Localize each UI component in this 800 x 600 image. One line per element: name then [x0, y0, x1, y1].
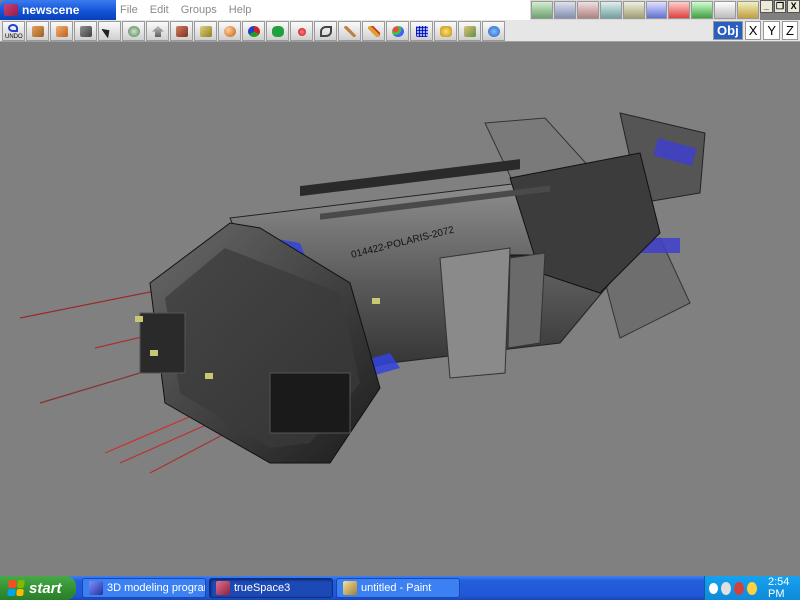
rotate-tool-button[interactable] [122, 21, 145, 41]
group-icon [440, 26, 452, 37]
z-axis-button[interactable]: Z [782, 21, 798, 40]
cone-primitive-button[interactable] [194, 21, 217, 41]
brush-tool-button[interactable] [362, 21, 385, 41]
paint-icon [248, 26, 260, 37]
view-tool-icon[interactable] [668, 1, 691, 19]
view-tools [530, 0, 760, 20]
object-tool-button[interactable] [26, 21, 49, 41]
close-button[interactable]: X [787, 0, 800, 13]
camera-tool-button[interactable] [74, 21, 97, 41]
rotate-tool-icon [128, 26, 140, 37]
view-tool-icon[interactable] [531, 1, 553, 19]
grid-tool-button[interactable] [410, 21, 433, 41]
taskbar-item-truespace[interactable]: trueSpace3 [209, 578, 333, 598]
3d-viewport[interactable]: 014422-POLARIS-2072 [0, 43, 800, 576]
material-icon [392, 26, 404, 37]
menu-edit[interactable]: Edit [150, 4, 169, 16]
view-tool-icon[interactable] [599, 1, 622, 19]
view-tool-icon[interactable] [645, 1, 668, 19]
clock: 2:54 PM [768, 576, 790, 600]
camera-tool-icon [80, 26, 92, 37]
system-tray: 2:54 PM [704, 576, 800, 600]
menu-bar: File Edit Groups Help [116, 0, 530, 20]
taskbar-item-browser[interactable]: 3D modeling program... [82, 578, 206, 598]
spaceship-model: 014422-POLARIS-2072 [19, 112, 706, 474]
menu-help[interactable]: Help [229, 4, 252, 16]
view-tool-icon[interactable] [553, 1, 576, 19]
title-bar[interactable]: newscene [0, 0, 116, 20]
light-icon [298, 28, 306, 36]
network-icon[interactable] [720, 581, 731, 595]
view-tool-icon[interactable] [737, 1, 760, 19]
volume-icon[interactable] [746, 581, 757, 595]
menu-file[interactable]: File [120, 4, 138, 16]
light-tool-button[interactable] [290, 21, 313, 41]
path-icon [320, 26, 332, 37]
taskbar-item-label: untitled - Paint [361, 582, 432, 594]
paint-tool-button[interactable] [242, 21, 265, 41]
paint-app-icon [343, 581, 357, 595]
obj-axis-button[interactable]: Obj [713, 21, 743, 40]
undo-icon [8, 24, 18, 32]
view-tool-icon[interactable] [691, 1, 714, 19]
antivirus-icon[interactable] [733, 581, 744, 595]
sphere-primitive-button[interactable] [218, 21, 241, 41]
restore-button[interactable]: ❐ [773, 0, 787, 13]
cube-tool-button[interactable] [50, 21, 73, 41]
taskbar-item-label: 3D modeling program... [107, 582, 205, 594]
select-arrow-icon [101, 25, 113, 39]
material-tool-button[interactable] [386, 21, 409, 41]
truespace-icon [216, 581, 230, 595]
3d-view-icon [488, 26, 500, 37]
box-primitive-button[interactable] [170, 21, 193, 41]
terrain-tool-button[interactable] [458, 21, 481, 41]
menu-groups[interactable]: Groups [181, 4, 217, 16]
y-axis-button[interactable]: Y [763, 21, 781, 40]
object-tool-icon [32, 26, 44, 37]
taskbar-item-label: trueSpace3 [234, 582, 291, 594]
cube-tool-icon [56, 26, 68, 37]
x-axis-button[interactable]: X [744, 21, 762, 40]
path-tool-button[interactable] [314, 21, 337, 41]
view-tool-icon[interactable] [576, 1, 599, 19]
taskbar-item-paint[interactable]: untitled - Paint [336, 578, 460, 598]
3d-view-button[interactable] [482, 21, 505, 41]
view-tool-icon[interactable] [714, 1, 737, 19]
undo-button[interactable]: UNDO [2, 21, 25, 41]
knife-icon [344, 26, 356, 37]
view-tool-icon[interactable] [622, 1, 645, 19]
metaball-tool-button[interactable] [266, 21, 289, 41]
select-tool-button[interactable] [98, 21, 121, 41]
cone-primitive-icon [200, 26, 212, 37]
main-toolbar: UNDO Obj X Y Z [0, 20, 800, 42]
minimize-button[interactable]: _ [760, 0, 773, 13]
start-button[interactable]: start [0, 576, 76, 600]
windows-logo-icon [7, 580, 25, 596]
window-title: newscene [22, 3, 80, 17]
app-icon [4, 4, 18, 16]
start-label: start [29, 579, 62, 597]
brush-icon [368, 26, 380, 37]
group-tool-button[interactable] [434, 21, 457, 41]
window-controls: _ ❐ X [760, 0, 800, 14]
move-tool-button[interactable] [146, 21, 169, 41]
grid-icon [416, 26, 428, 37]
move-up-icon [152, 26, 164, 37]
metaball-icon [272, 26, 284, 37]
terrain-icon [464, 26, 476, 37]
taskbar: start 3D modeling program... trueSpace3 … [0, 576, 800, 600]
undo-label: UNDO [5, 34, 23, 40]
knife-tool-button[interactable] [338, 21, 361, 41]
box-primitive-icon [176, 26, 188, 37]
tray-expand-icon[interactable] [709, 582, 718, 594]
browser-icon [89, 581, 103, 595]
sphere-primitive-icon [224, 26, 236, 37]
